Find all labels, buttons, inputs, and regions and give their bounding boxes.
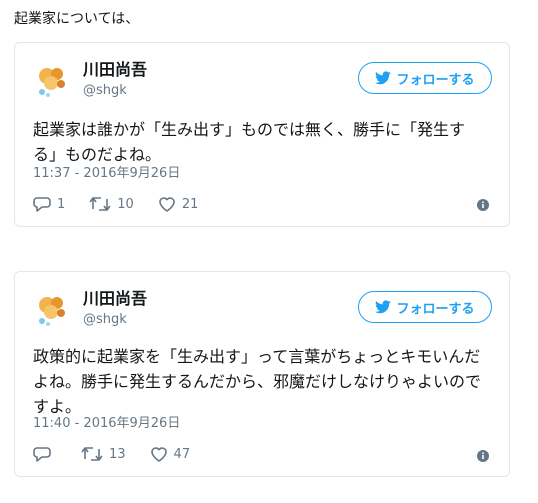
embedded-tweet: 川田尚吾 @shgk フォローする 政策的に起業家を「生み出す」って言葉がちょっ… bbox=[14, 271, 510, 477]
tweet-text: 政策的に起業家を「生み出す」って言葉がちょっとキモいんだよね。勝手に発生するんだ… bbox=[33, 347, 482, 416]
heart-icon bbox=[159, 197, 175, 212]
avatar[interactable] bbox=[33, 290, 73, 330]
info-icon[interactable] bbox=[477, 450, 489, 462]
author-handle[interactable]: @shgk bbox=[83, 82, 127, 100]
author-name[interactable]: 川田尚吾 bbox=[83, 289, 147, 309]
follow-button[interactable]: フォローする bbox=[358, 291, 492, 323]
follow-button[interactable]: フォローする bbox=[358, 62, 492, 94]
retweet-icon bbox=[89, 197, 111, 211]
twitter-bird-icon bbox=[375, 300, 392, 314]
like-count: 21 bbox=[181, 196, 199, 212]
tweet-text: 起業家は誰かが「生み出す」ものでは無く、勝手に「発生する」ものだよね。 bbox=[33, 120, 466, 164]
reply-count: 1 bbox=[57, 196, 66, 212]
reply-button[interactable]: 1 bbox=[33, 196, 65, 212]
retweet-count: 13 bbox=[109, 446, 126, 462]
embedded-tweet: 川田尚吾 @shgk フォローする 起業家は誰かが「生み出す」ものでは無く、勝手… bbox=[14, 42, 510, 227]
retweet-count: 10 bbox=[117, 196, 134, 212]
retweet-button[interactable]: 13 bbox=[81, 446, 126, 462]
reply-icon bbox=[33, 197, 51, 212]
avatar[interactable] bbox=[33, 61, 73, 101]
tweet-actions: 13 47 bbox=[33, 444, 214, 464]
tweet-timestamp[interactable]: 11:37 - 2016年9月26日 bbox=[33, 165, 180, 183]
twitter-bird-icon bbox=[375, 71, 392, 85]
follow-button-label: フォローする bbox=[396, 72, 475, 88]
author-name[interactable]: 川田尚吾 bbox=[83, 60, 147, 80]
like-button[interactable]: 47 bbox=[150, 446, 191, 462]
author-handle[interactable]: @shgk bbox=[83, 311, 127, 329]
retweet-button[interactable]: 10 bbox=[89, 196, 134, 212]
heart-icon bbox=[150, 447, 167, 462]
like-count: 47 bbox=[173, 446, 191, 462]
retweet-icon bbox=[81, 447, 103, 461]
intro-text: 起業家については、 bbox=[14, 11, 140, 27]
like-button[interactable]: 21 bbox=[158, 196, 199, 212]
info-icon[interactable] bbox=[477, 199, 489, 211]
reply-icon bbox=[33, 447, 51, 462]
follow-button-label: フォローする bbox=[396, 301, 475, 317]
reply-button[interactable] bbox=[33, 446, 57, 462]
tweet-timestamp[interactable]: 11:40 - 2016年9月26日 bbox=[33, 415, 180, 433]
tweet-actions: 1 10 21 bbox=[33, 194, 222, 214]
